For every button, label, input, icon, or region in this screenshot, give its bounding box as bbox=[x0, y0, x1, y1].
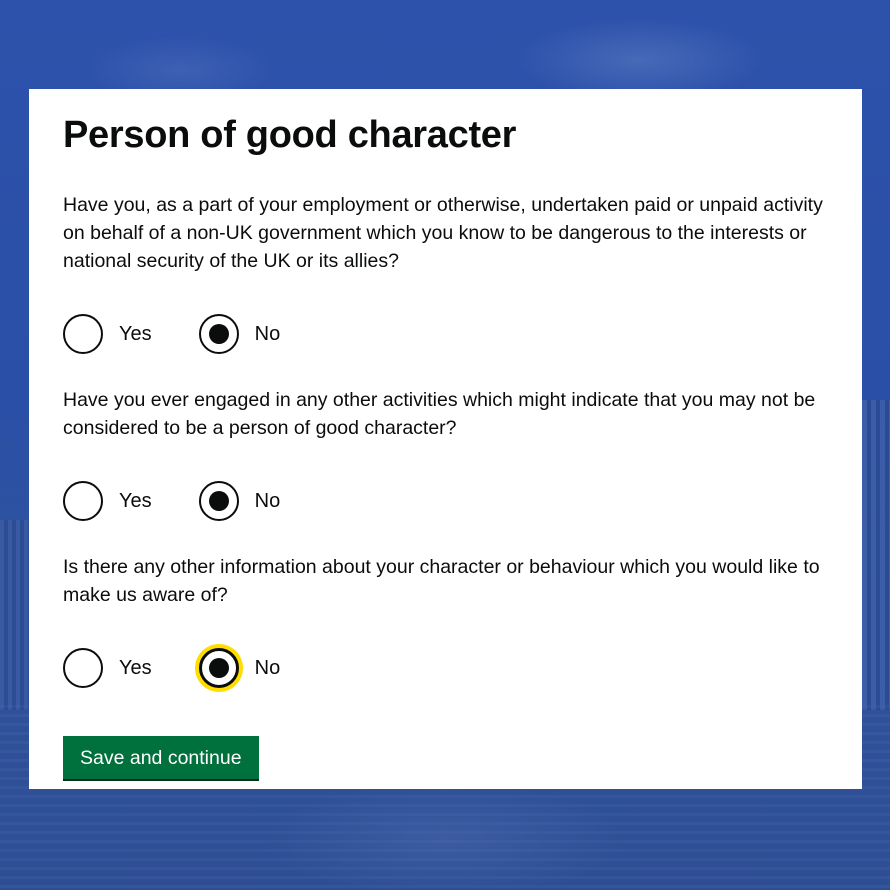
question-1-no-label[interactable]: No bbox=[255, 320, 281, 348]
question-2-no-option[interactable]: No bbox=[198, 481, 281, 521]
save-and-continue-button[interactable]: Save and continue bbox=[63, 736, 259, 779]
question-3-yes-label[interactable]: Yes bbox=[119, 654, 152, 682]
question-3-no-option[interactable]: No bbox=[198, 648, 281, 688]
question-2-no-radio[interactable] bbox=[198, 481, 239, 521]
question-3-no-label[interactable]: No bbox=[255, 654, 281, 682]
form-card: Person of good character Have you, as a … bbox=[29, 89, 862, 789]
question-3-text: Is there any other information about you… bbox=[63, 556, 820, 606]
question-2-yes-radio[interactable] bbox=[63, 481, 103, 521]
page-title: Person of good character bbox=[63, 114, 517, 156]
question-3-radio-group: Yes No bbox=[63, 646, 828, 690]
background-building-right bbox=[862, 400, 890, 710]
question-3-no-radio[interactable] bbox=[198, 648, 239, 688]
question-1-no-option[interactable]: No bbox=[198, 314, 281, 354]
question-1-text: Have you, as a part of your employment o… bbox=[63, 194, 823, 272]
question-2-yes-option[interactable]: Yes bbox=[63, 481, 152, 521]
question-2-text: Have you ever engaged in any other activ… bbox=[63, 389, 816, 439]
question-1-yes-label[interactable]: Yes bbox=[119, 320, 152, 348]
question-3-yes-radio[interactable] bbox=[63, 648, 103, 688]
question-1-yes-option[interactable]: Yes bbox=[63, 314, 152, 354]
question-2-no-label[interactable]: No bbox=[255, 487, 281, 515]
question-2-yes-label[interactable]: Yes bbox=[119, 487, 152, 515]
question-1-no-radio[interactable] bbox=[198, 314, 239, 354]
question-1-yes-radio[interactable] bbox=[63, 314, 103, 354]
question-1-radio-group: Yes No bbox=[63, 312, 828, 356]
background-building-left bbox=[0, 520, 30, 710]
question-2-radio-group: Yes No bbox=[63, 479, 828, 523]
question-3-yes-option[interactable]: Yes bbox=[63, 648, 152, 688]
